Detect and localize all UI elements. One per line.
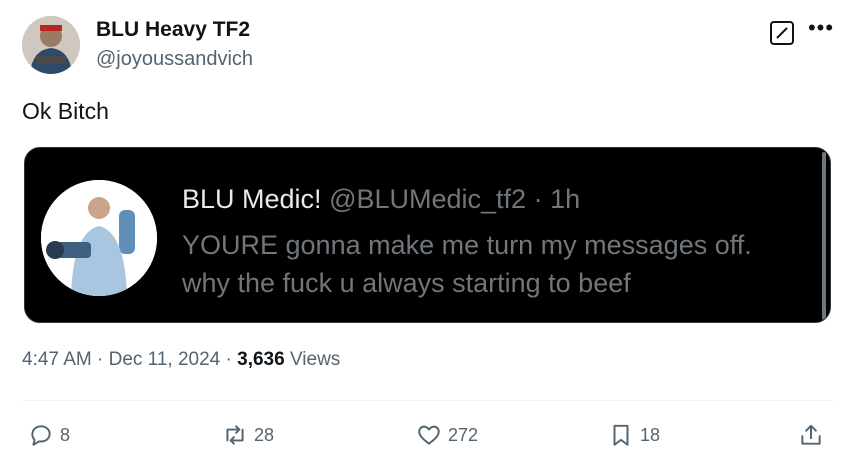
bookmark-count: 18 bbox=[640, 424, 661, 445]
quote-scrollbar[interactable] bbox=[822, 152, 826, 320]
repost-button[interactable]: 28 bbox=[222, 418, 274, 452]
like-icon bbox=[418, 425, 440, 445]
share-icon bbox=[801, 424, 821, 445]
tweet-text: Ok Bitch bbox=[22, 98, 109, 124]
quote-text: YOURE gonna make me turn my messages off… bbox=[182, 230, 752, 298]
reply-button[interactable]: 8 bbox=[28, 418, 70, 452]
bookmark-button[interactable]: 18 bbox=[608, 418, 660, 452]
author-avatar[interactable] bbox=[22, 16, 80, 74]
quote-header: BLU Medic! @BLUMedic_tf2 · 1h bbox=[182, 184, 580, 215]
repost-icon bbox=[226, 425, 244, 445]
divider bbox=[22, 400, 834, 401]
reply-icon bbox=[31, 425, 51, 446]
bookmark-icon bbox=[613, 424, 629, 446]
more-icon[interactable]: ••• bbox=[806, 17, 836, 44]
quote-display-name[interactable]: BLU Medic! bbox=[182, 184, 322, 214]
repost-count: 28 bbox=[254, 424, 275, 445]
tweet-date[interactable]: Dec 11, 2024 bbox=[109, 349, 221, 370]
views-count: 3,636 bbox=[237, 349, 285, 370]
meta-separator: · bbox=[97, 349, 109, 370]
author-handle[interactable]: @joyoussandvich bbox=[96, 48, 253, 71]
like-button[interactable]: 272 bbox=[416, 418, 478, 452]
grok-icon[interactable] bbox=[770, 21, 794, 45]
quote-handle[interactable]: @BLUMedic_tf2 bbox=[329, 184, 526, 214]
tweet-meta: 4:47 AM · Dec 11, 2024 · 3,636 Views bbox=[22, 349, 340, 371]
tweet-time[interactable]: 4:47 AM bbox=[22, 349, 92, 370]
like-count: 272 bbox=[448, 424, 479, 445]
quote-avatar[interactable] bbox=[41, 180, 157, 296]
author-display-name[interactable]: BLU Heavy TF2 bbox=[96, 18, 250, 42]
reply-count: 8 bbox=[60, 424, 71, 445]
quote-separator: · bbox=[533, 184, 551, 214]
action-bar: 8 28 272 18 bbox=[0, 418, 856, 452]
quoted-tweet-card[interactable]: BLU Medic! @BLUMedic_tf2 · 1h YOURE gonn… bbox=[24, 147, 831, 323]
views-label: Views bbox=[289, 349, 341, 370]
quote-age[interactable]: 1h bbox=[550, 184, 580, 214]
share-button[interactable] bbox=[798, 418, 824, 452]
meta-separator: · bbox=[225, 349, 238, 370]
